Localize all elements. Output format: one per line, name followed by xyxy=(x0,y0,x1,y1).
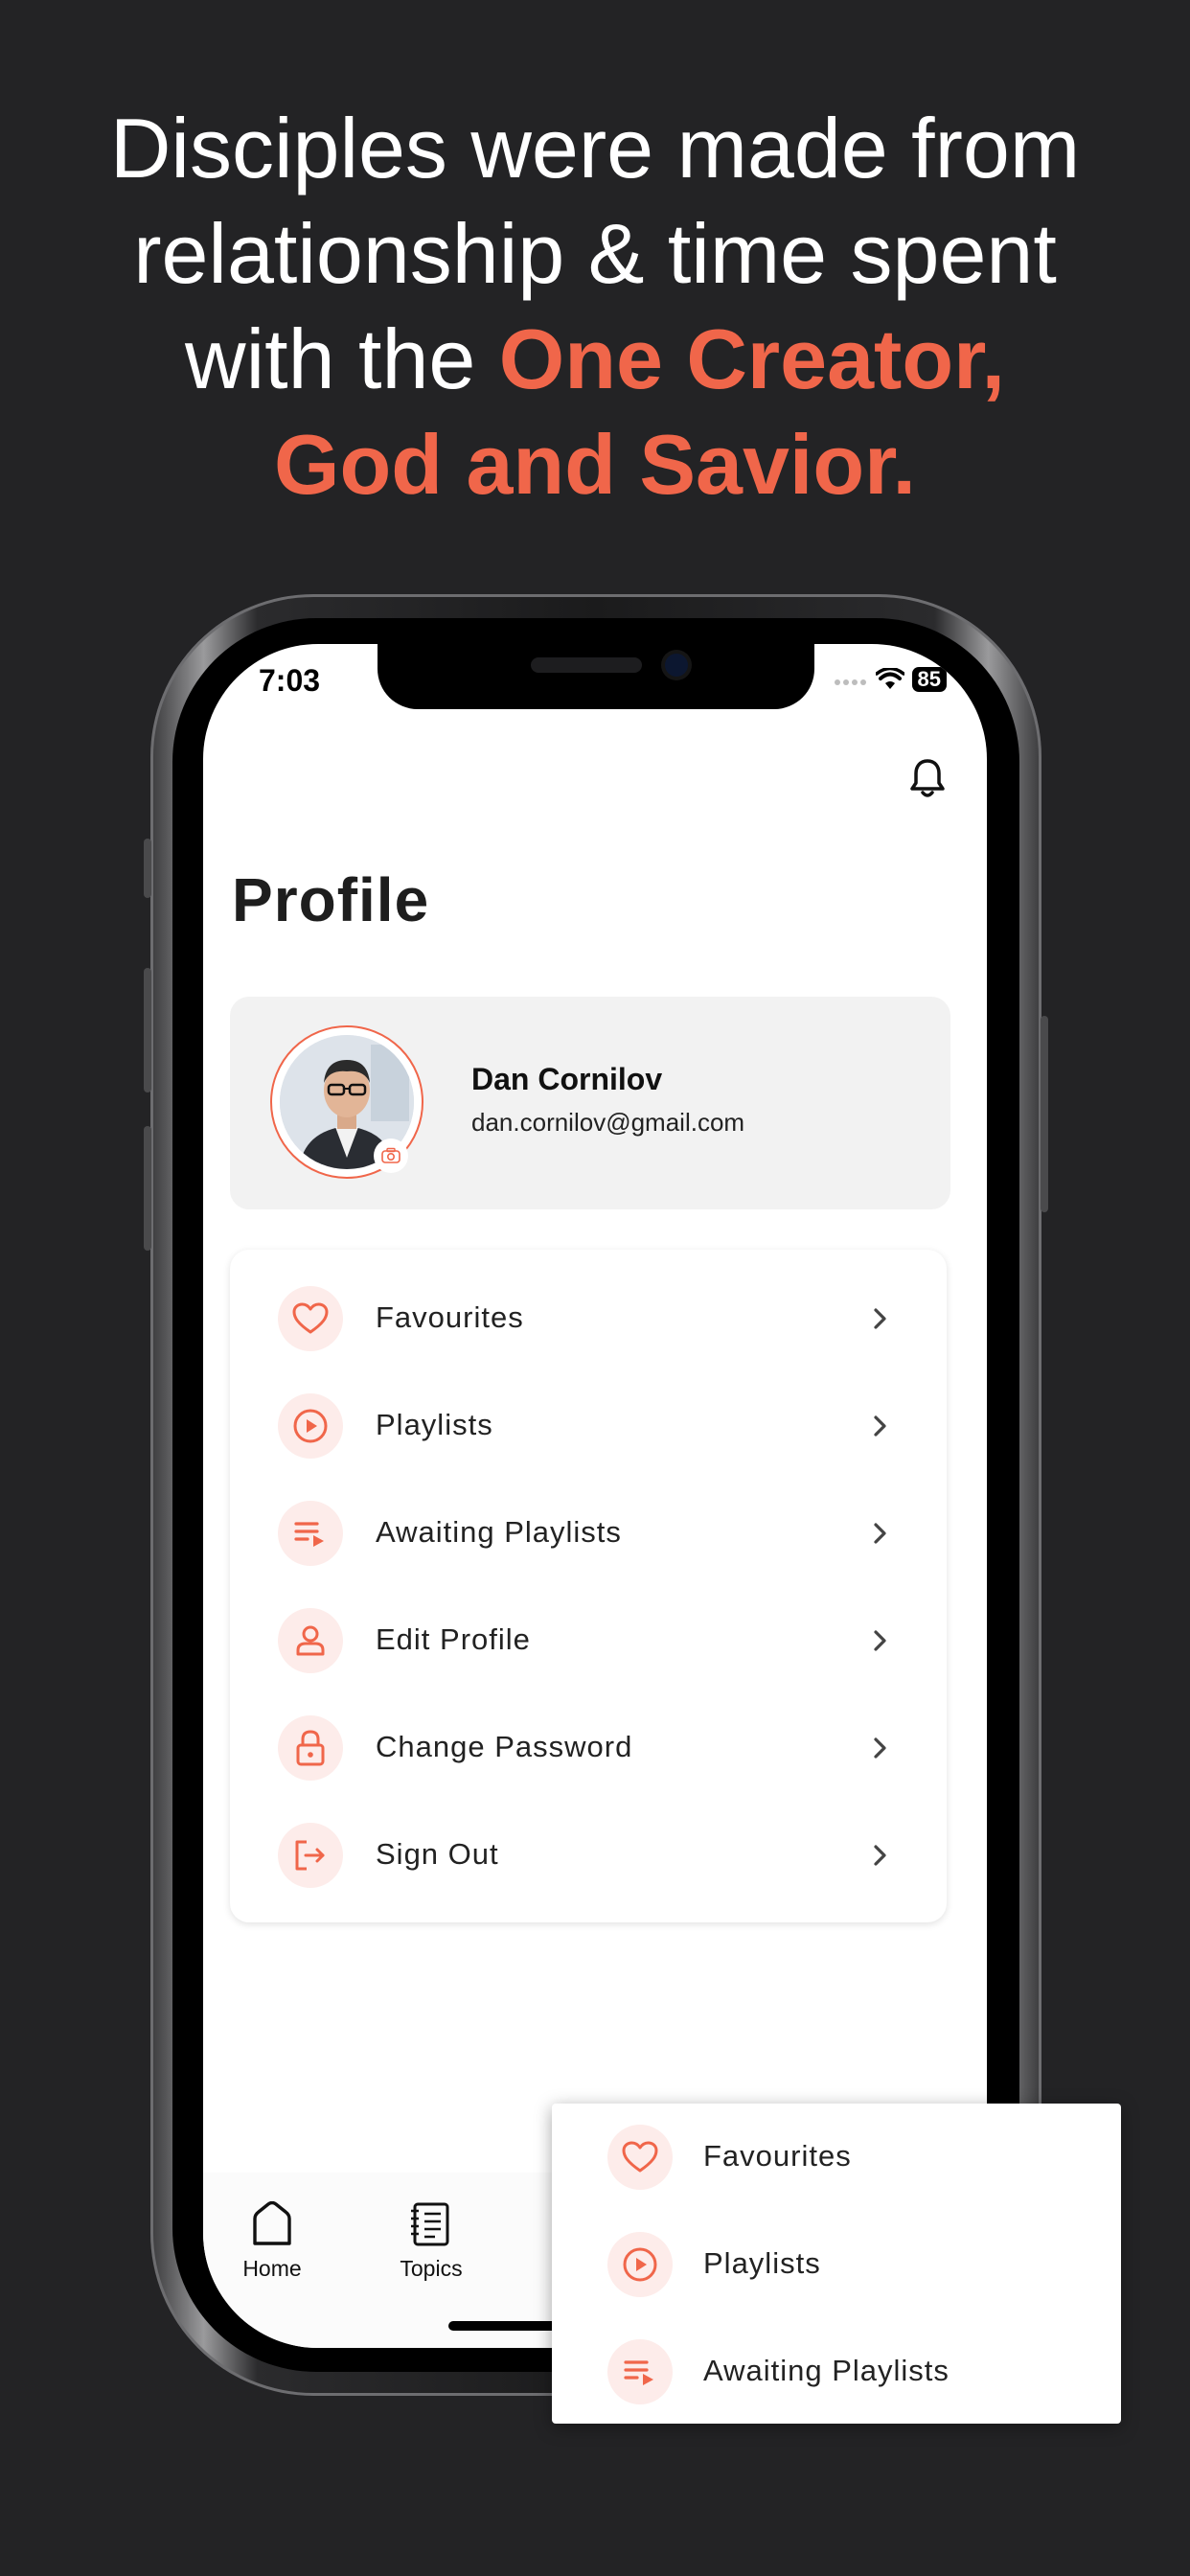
queue-icon xyxy=(607,2339,673,2404)
headline-line-1: Disciples were made from xyxy=(109,101,1081,196)
menu-item-label: Sign Out xyxy=(376,1837,499,1871)
menu-item-label: Awaiting Playlists xyxy=(376,1515,622,1549)
floating-menu-preview: Favourites Playlists Awaiting Playlists xyxy=(552,2104,1121,2424)
bell-icon[interactable] xyxy=(908,757,947,799)
phone-screen: 7:03 85 Profile Dan Cornilov dan.cornilo… xyxy=(203,644,987,2348)
menu-item-favourites[interactable]: Favourites xyxy=(230,1265,947,1372)
chevron-right-icon xyxy=(874,1415,886,1437)
chevron-right-icon xyxy=(874,1845,886,1866)
menu-item-sign-out[interactable]: Sign Out xyxy=(230,1802,947,1909)
page-title: Profile xyxy=(232,865,430,934)
menu-item-label: Change Password xyxy=(376,1730,633,1763)
chevron-right-icon xyxy=(874,1308,886,1329)
profile-menu: Favourites Playlists Awaiting Playlists … xyxy=(230,1250,947,1922)
sign-out-icon xyxy=(278,1823,343,1888)
heart-icon xyxy=(278,1286,343,1351)
headline: Disciples were made from relationship & … xyxy=(0,96,1190,518)
menu-item-label: Playlists xyxy=(703,2246,821,2280)
menu-item-label: Favourites xyxy=(703,2139,852,2173)
chevron-right-icon xyxy=(874,1630,886,1651)
heart-icon xyxy=(607,2125,673,2190)
tab-label: Home xyxy=(242,2256,302,2281)
front-camera xyxy=(665,654,688,677)
tab-home[interactable]: Home xyxy=(215,2200,330,2282)
status-time: 7:03 xyxy=(259,663,321,698)
queue-icon xyxy=(278,1501,343,1566)
menu-item-label: Awaiting Playlists xyxy=(703,2354,950,2387)
menu-item-playlists[interactable]: Playlists xyxy=(552,2211,1121,2318)
headline-plain: with the xyxy=(185,311,499,406)
menu-item-label: Favourites xyxy=(376,1300,524,1334)
menu-item-label: Edit Profile xyxy=(376,1622,531,1656)
tab-label: Topics xyxy=(400,2256,463,2281)
signal-icon xyxy=(834,679,866,685)
camera-icon[interactable] xyxy=(374,1138,408,1173)
chevron-right-icon xyxy=(874,1523,886,1544)
play-circle-icon xyxy=(607,2232,673,2297)
wifi-icon xyxy=(875,668,904,689)
status-icons: 85 xyxy=(834,665,947,694)
avatar[interactable] xyxy=(270,1025,423,1179)
side-button-volume-up xyxy=(144,968,151,1092)
notch xyxy=(378,644,814,709)
headline-line-2: relationship & time spent xyxy=(133,206,1057,301)
user-email: dan.cornilov@gmail.com xyxy=(471,1108,745,1137)
home-icon xyxy=(253,2200,291,2245)
speaker xyxy=(531,657,642,673)
menu-item-awaiting-playlists[interactable]: Awaiting Playlists xyxy=(230,1480,947,1587)
side-button-power xyxy=(1041,1016,1048,1212)
headline-line-4: God and Savior. xyxy=(274,417,916,512)
topics-icon xyxy=(411,2202,449,2246)
menu-item-awaiting-playlists[interactable]: Awaiting Playlists xyxy=(552,2318,1121,2426)
chevron-right-icon xyxy=(874,1737,886,1759)
lock-icon xyxy=(278,1715,343,1781)
menu-item-favourites[interactable]: Favourites xyxy=(552,2104,1121,2211)
headline-line-3: with the One Creator, xyxy=(0,307,1190,412)
menu-item-label: Playlists xyxy=(376,1408,493,1441)
menu-item-playlists[interactable]: Playlists xyxy=(230,1372,947,1480)
tab-topics[interactable]: Topics xyxy=(374,2201,489,2282)
user-name: Dan Cornilov xyxy=(471,1062,663,1096)
side-button-volume-down xyxy=(144,1126,151,1251)
side-button-mute xyxy=(144,839,151,898)
menu-item-change-password[interactable]: Change Password xyxy=(230,1694,947,1802)
profile-card: Dan Cornilov dan.cornilov@gmail.com xyxy=(230,997,950,1209)
play-circle-icon xyxy=(278,1393,343,1459)
menu-item-edit-profile[interactable]: Edit Profile xyxy=(230,1587,947,1694)
user-icon xyxy=(278,1608,343,1673)
battery-indicator: 85 xyxy=(911,667,947,692)
headline-accent: One Creator, xyxy=(498,311,1005,406)
